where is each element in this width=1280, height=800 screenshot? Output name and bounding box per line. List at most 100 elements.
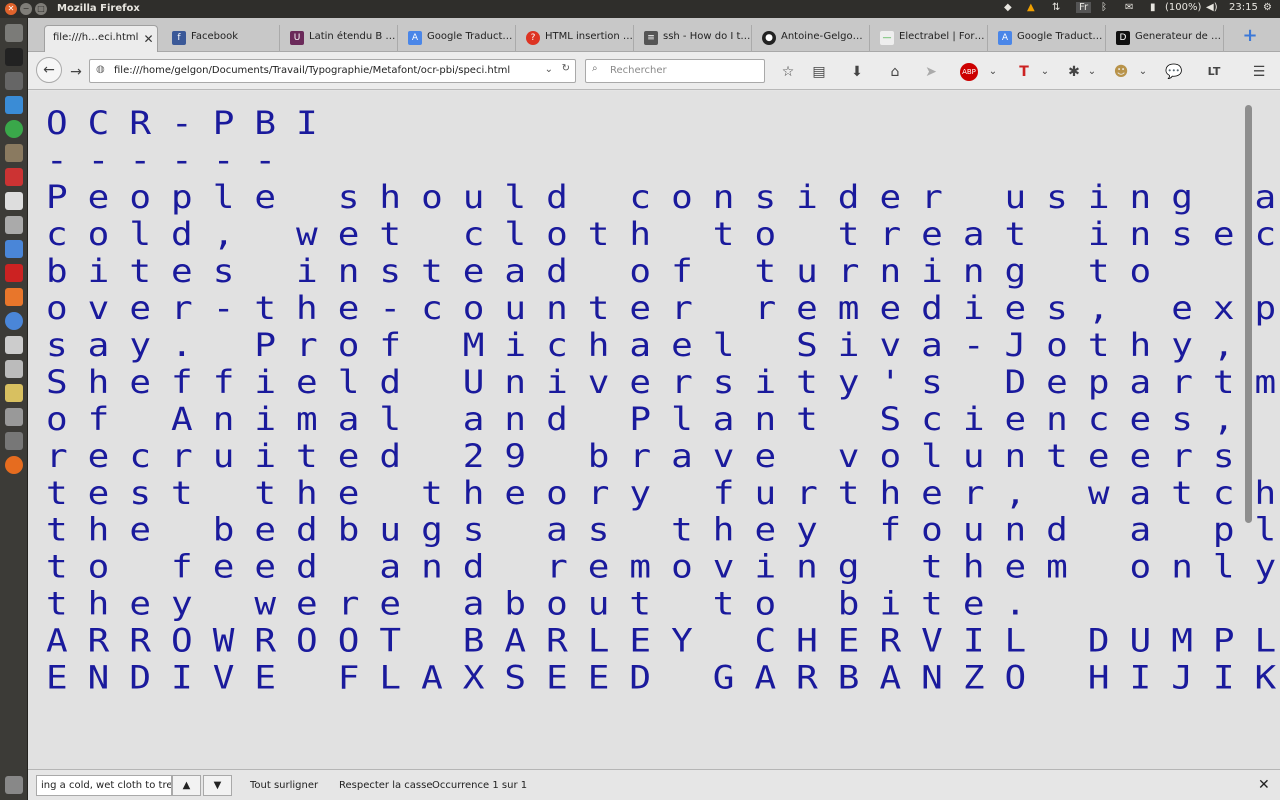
- tab-label: Google Traduct…: [427, 31, 513, 42]
- warning-icon[interactable]: ▲: [1027, 2, 1035, 13]
- tab-label: file:///h…eci.html: [53, 32, 139, 43]
- trash-icon[interactable]: [5, 776, 23, 794]
- find-bar: ing a cold, wet cloth to treat ▲ ▼ Tout …: [28, 769, 1280, 800]
- network-manager-icon[interactable]: [5, 312, 23, 330]
- tab-html-insertion[interactable]: ? HTML insertion …: [518, 25, 634, 52]
- adblock-dropdown-icon[interactable]: ⌄: [982, 61, 1004, 83]
- doc-line: they were about to bite.: [46, 586, 1047, 623]
- doc-line: bites instead of turning to: [46, 253, 1172, 290]
- tab-google-translate-1[interactable]: A Google Traduct…: [400, 25, 516, 52]
- bug-dropdown-icon[interactable]: ⌄: [1081, 61, 1103, 83]
- reading-list-icon[interactable]: ▤: [808, 61, 830, 83]
- document-text: OCR-PBI ------ People should consider usin…: [46, 106, 1280, 697]
- globe-icon: ◍: [96, 64, 105, 75]
- settings-gear-icon[interactable]: ⚙: [1263, 2, 1272, 13]
- pdf-reader-icon[interactable]: [5, 168, 23, 186]
- writer-icon[interactable]: [5, 240, 23, 258]
- find-previous-button[interactable]: ▲: [172, 775, 201, 796]
- adblock-icon[interactable]: ABP: [960, 63, 978, 81]
- languagetool-icon[interactable]: LT: [1203, 61, 1225, 83]
- dj-icon: D: [1116, 31, 1130, 45]
- download-icon[interactable]: ⬇: [846, 61, 868, 83]
- battery-icon[interactable]: ▮: [1150, 2, 1156, 13]
- doc-line: People should consider using a: [46, 179, 1280, 216]
- dropbox-icon[interactable]: ◆: [1004, 2, 1012, 13]
- filezilla-icon[interactable]: [5, 264, 23, 282]
- calculator-icon[interactable]: [5, 432, 23, 450]
- match-case-toggle[interactable]: Respecter la casse: [339, 780, 433, 791]
- screenshot-icon[interactable]: [5, 360, 23, 378]
- reload-icon[interactable]: ↻: [562, 63, 570, 74]
- tab-ssh[interactable]: ≡ ssh - How do I t…: [636, 25, 752, 52]
- tab-generateur[interactable]: D Generateur de …: [1108, 25, 1224, 52]
- tab-latin-etendu[interactable]: U Latin étendu B …: [282, 25, 398, 52]
- keyboard-layout-indicator[interactable]: Fr: [1076, 2, 1092, 13]
- greasemonkey-icon[interactable]: ☻: [1110, 61, 1132, 83]
- back-button[interactable]: ←: [36, 57, 62, 83]
- tools-icon[interactable]: [5, 216, 23, 234]
- tab-close-icon[interactable]: ✕: [143, 32, 153, 52]
- github-icon: ●: [762, 31, 776, 45]
- gimp-icon[interactable]: [5, 144, 23, 162]
- libreoffice-icon[interactable]: [5, 408, 23, 426]
- doc-line: the bedbugs as they found a place: [46, 512, 1280, 549]
- bluetooth-icon[interactable]: ᛒ: [1101, 2, 1107, 13]
- scrollbar-thumb[interactable]: [1245, 105, 1252, 523]
- search-bar[interactable]: ⌕ Rechercher: [585, 59, 765, 83]
- page-content: OCR-PBI ------ People should consider usin…: [28, 91, 1280, 783]
- facebook-icon: f: [172, 31, 186, 45]
- doc-line: test the theory further, watching: [46, 475, 1280, 512]
- doc-title: OCR-PBI: [46, 106, 338, 143]
- forward-button[interactable]: →: [65, 61, 87, 83]
- vlc-icon[interactable]: [5, 288, 23, 306]
- tab-github[interactable]: ● Antoine-Gelgo…: [754, 25, 870, 52]
- window-minimize-button[interactable]: −: [20, 3, 32, 15]
- thunderbird-icon[interactable]: [5, 96, 23, 114]
- search-placeholder: Rechercher: [610, 65, 667, 76]
- tab-google-translate-2[interactable]: A Google Traduct…: [990, 25, 1106, 52]
- send-icon[interactable]: ➤: [920, 61, 942, 83]
- stack-icon: ≡: [644, 31, 658, 45]
- notes-icon[interactable]: [5, 384, 23, 402]
- files-icon[interactable]: [5, 192, 23, 210]
- inkscape-icon[interactable]: [5, 72, 23, 90]
- dash-icon[interactable]: [5, 24, 23, 42]
- clock[interactable]: 23:15: [1229, 2, 1258, 13]
- home-icon[interactable]: ⌂: [884, 61, 906, 83]
- bookmark-star-icon[interactable]: ☆: [777, 61, 799, 83]
- new-tab-button[interactable]: +: [1240, 27, 1260, 47]
- terminal-icon[interactable]: [5, 48, 23, 66]
- tab-electrabel[interactable]: — Electrabel | For…: [872, 25, 988, 52]
- network-icon[interactable]: ⇅: [1052, 2, 1060, 13]
- firefox-icon[interactable]: [5, 456, 23, 474]
- text-editor-icon[interactable]: [5, 336, 23, 354]
- tab-facebook[interactable]: f Facebook: [164, 25, 280, 52]
- doc-underline: ------: [46, 142, 297, 180]
- url-dropdown-icon[interactable]: ⌄: [545, 64, 553, 75]
- tab-label: Facebook: [191, 31, 238, 42]
- unicode-icon: U: [290, 31, 304, 45]
- find-next-button[interactable]: ▼: [203, 775, 232, 796]
- doc-line: say. Prof Michael Siva-Jothy, from: [46, 327, 1255, 364]
- find-input[interactable]: ing a cold, wet cloth to treat: [36, 775, 172, 796]
- tab-label: Antoine-Gelgo…: [781, 31, 863, 42]
- google-translate-icon: A: [998, 31, 1012, 45]
- find-bar-close-icon[interactable]: ✕: [1258, 777, 1270, 793]
- chat-icon[interactable]: 💬: [1163, 61, 1185, 83]
- menu-icon[interactable]: ☰: [1248, 61, 1270, 83]
- browser-window: file:///h…eci.html ✕ f Facebook U Latin …: [28, 18, 1280, 800]
- window-close-button[interactable]: ✕: [5, 3, 17, 15]
- url-bar[interactable]: ◍ file:///home/gelgon/Documents/Travail/…: [89, 59, 576, 83]
- volume-icon[interactable]: ◀): [1206, 2, 1218, 13]
- window-maximize-button[interactable]: □: [35, 3, 47, 15]
- tab-active-file[interactable]: file:///h…eci.html ✕: [44, 25, 158, 52]
- vertical-scrollbar[interactable]: [1242, 91, 1256, 783]
- highlight-all-toggle[interactable]: Tout surligner: [250, 780, 318, 791]
- greasemonkey-dropdown-icon[interactable]: ⌄: [1132, 61, 1154, 83]
- mail-icon[interactable]: ✉: [1125, 2, 1133, 13]
- chrome-icon[interactable]: [5, 120, 23, 138]
- text-tool-icon[interactable]: T: [1013, 61, 1035, 83]
- url-text: file:///home/gelgon/Documents/Travail/Ty…: [114, 65, 511, 76]
- text-tool-dropdown-icon[interactable]: ⌄: [1034, 61, 1056, 83]
- tab-strip: file:///h…eci.html ✕ f Facebook U Latin …: [28, 18, 1280, 52]
